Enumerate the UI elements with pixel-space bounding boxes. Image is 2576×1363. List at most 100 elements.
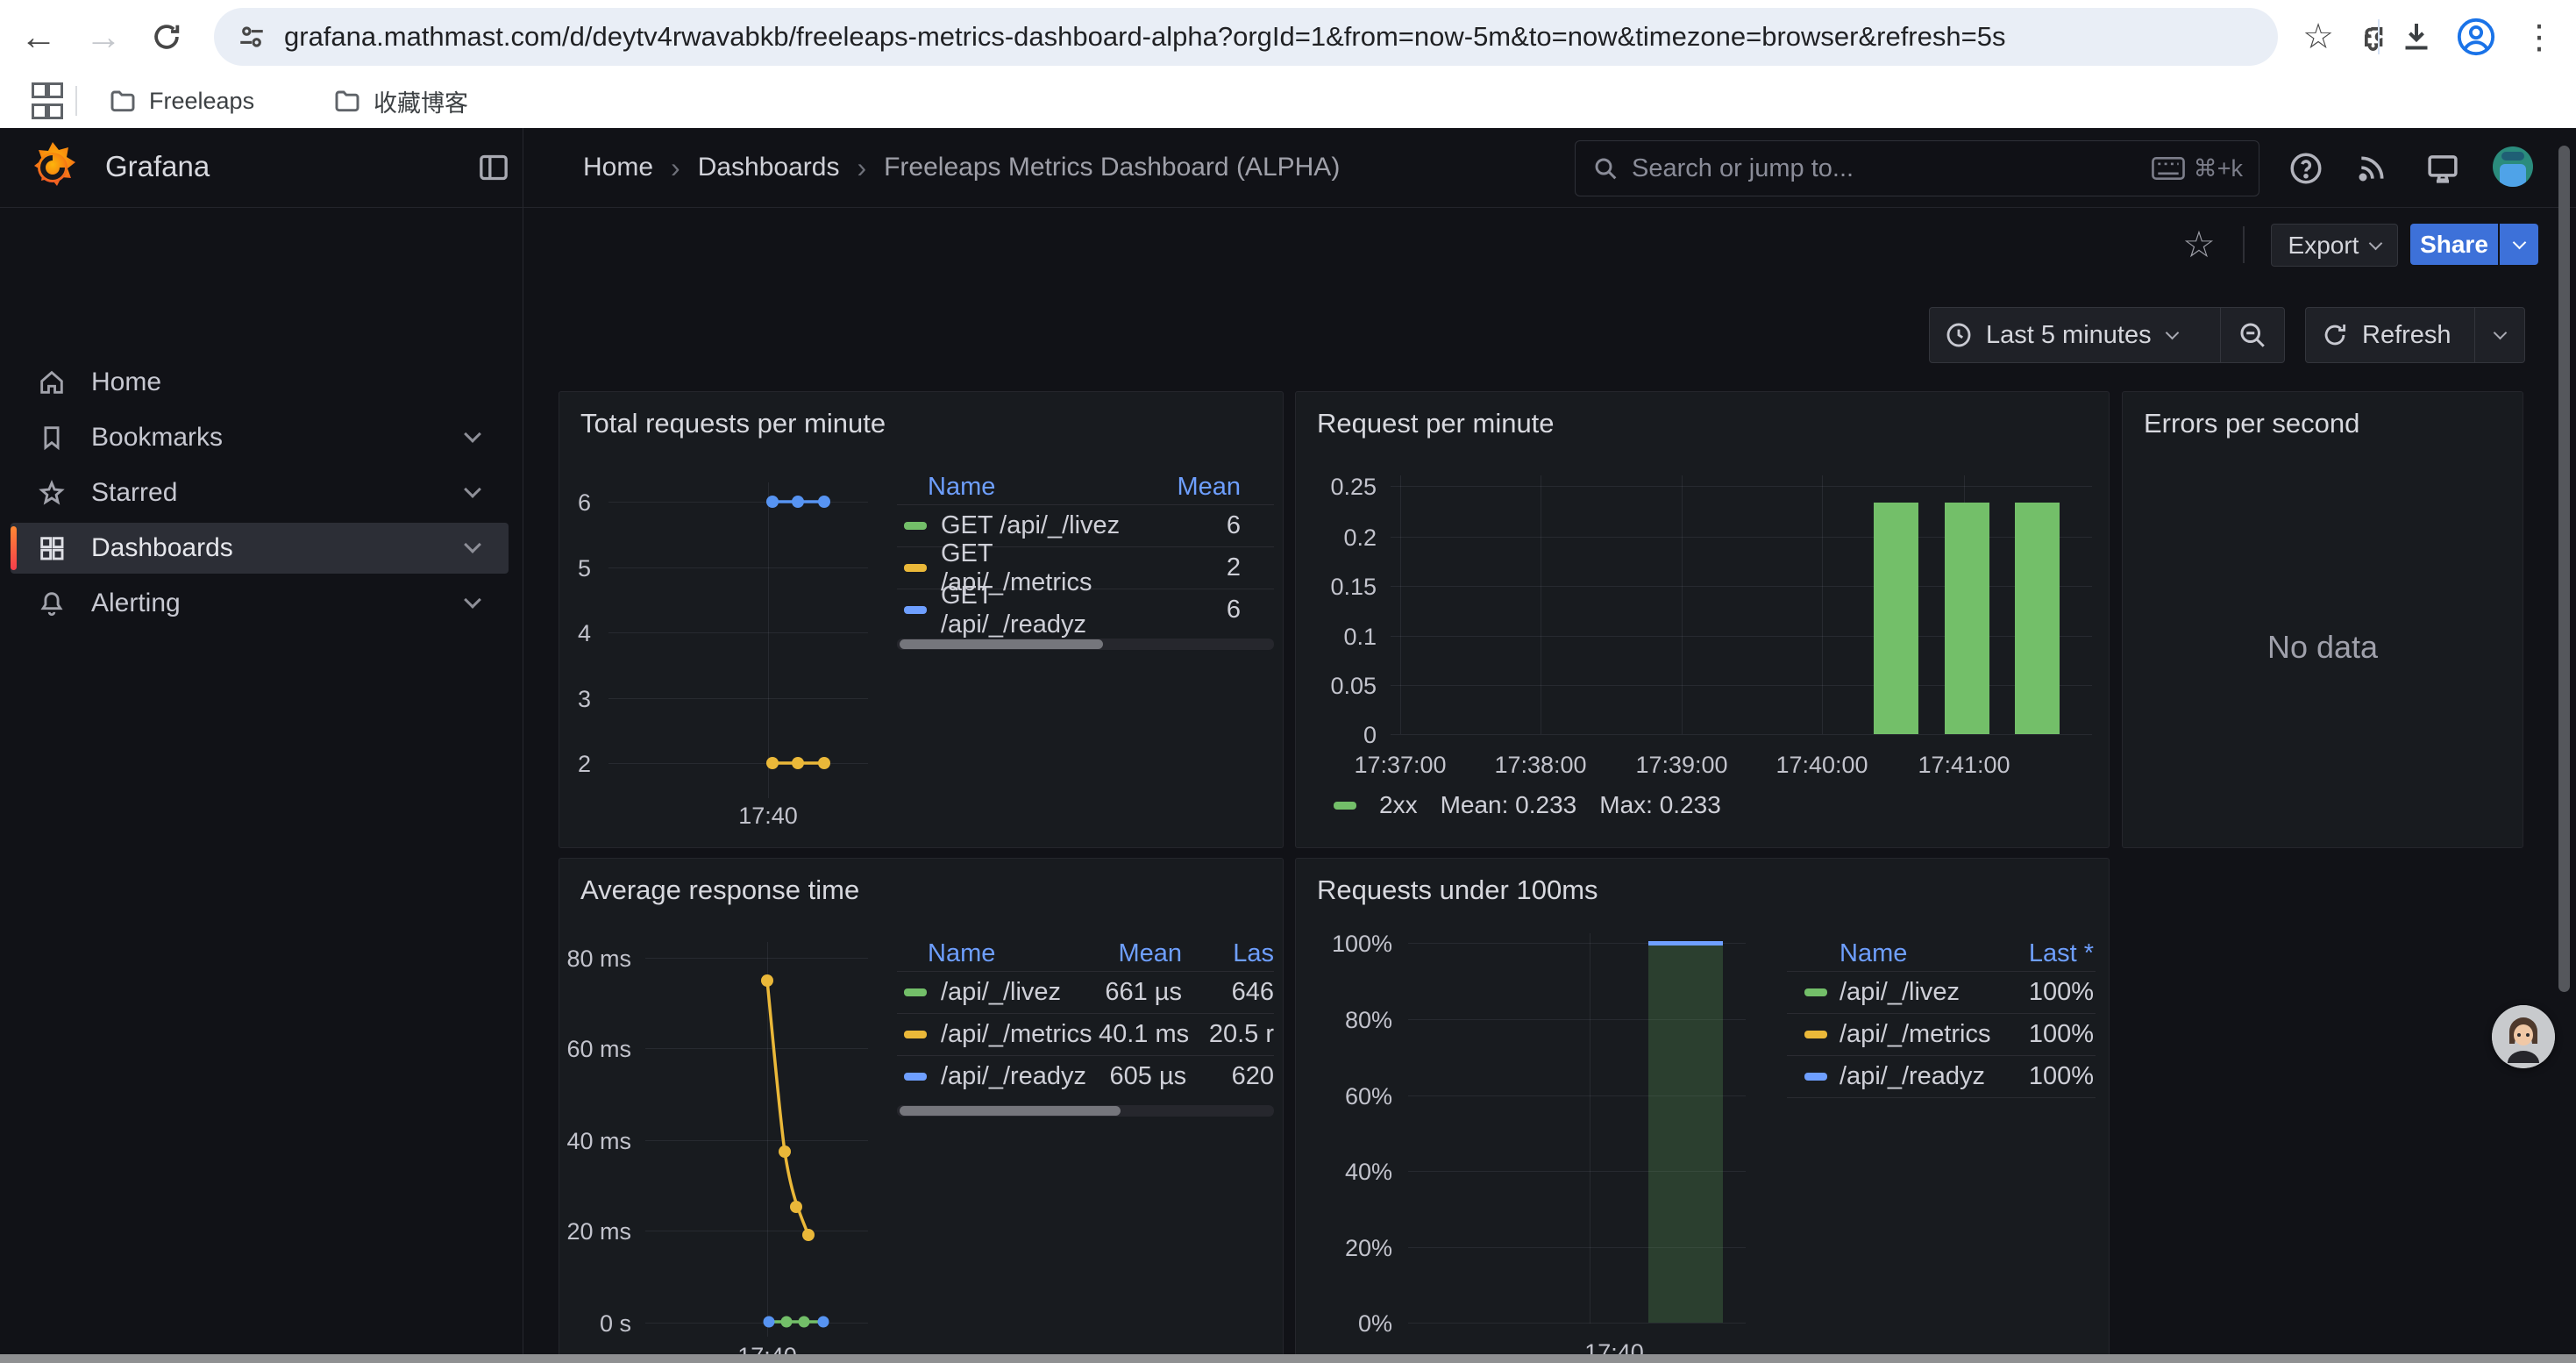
breadcrumb: Home › Dashboards › Freeleaps Metrics Da… <box>583 128 1340 207</box>
series-last: 100% <box>1985 1062 2096 1091</box>
series-name[interactable]: /api/_/metrics <box>1839 1020 1990 1049</box>
folder-icon <box>333 87 361 115</box>
y-tick: 0.25 <box>1296 474 1377 501</box>
gridline <box>1391 486 2092 487</box>
y-tick: 0.2 <box>1296 525 1377 552</box>
chevron-down-icon <box>2493 326 2507 340</box>
share-menu-button[interactable] <box>2500 224 2538 265</box>
sidebar-item-starred[interactable]: Starred <box>11 467 509 518</box>
back-icon[interactable]: ← <box>14 12 63 61</box>
sidebar-collapse-icon[interactable] <box>473 147 514 188</box>
sidebar-item-dashboards[interactable]: Dashboards <box>11 523 509 574</box>
series-name[interactable]: 2xx <box>1379 791 1418 819</box>
share-button[interactable]: Share <box>2410 224 2498 265</box>
browser-profile-icon[interactable] <box>2451 12 2501 61</box>
zoom-out-button[interactable] <box>2221 308 2284 362</box>
legend-row[interactable]: /api/_/metrics 40.1 ms 20.5 r <box>897 1013 1274 1055</box>
zoom-out-icon <box>2237 319 2268 351</box>
legend-row[interactable]: /api/_/metrics 100% <box>1787 1013 2096 1055</box>
legend-row[interactable]: /api/_/readyz 605 µs 620 <box>897 1055 1274 1097</box>
user-avatar[interactable] <box>2493 146 2533 187</box>
help-icon[interactable] <box>2285 147 2327 189</box>
monitor-icon[interactable] <box>2422 147 2464 189</box>
refresh-interval-button[interactable] <box>2475 308 2524 362</box>
bookmark-folder-freeleaps[interactable]: Freeleaps <box>98 81 265 121</box>
reload-icon[interactable] <box>142 12 191 61</box>
chevron-down-icon <box>2165 326 2179 340</box>
chevron-down-icon[interactable] <box>464 481 481 498</box>
url-bar[interactable]: grafana.mathmast.com/d/deytv4rwavabkb/fr… <box>214 8 2278 66</box>
legend-header-mean[interactable]: Mean <box>1077 939 1182 968</box>
series-mean: 40.1 ms <box>1092 1020 1189 1049</box>
search-input[interactable]: Search or jump to... ⌘+k <box>1575 140 2259 196</box>
bar-2xx[interactable] <box>1874 503 1918 734</box>
panel-errors-per-second[interactable]: Errors per second No data <box>2122 391 2523 848</box>
panel-request-per-minute[interactable]: Request per minute 0.25 0.2 0.15 0.1 0.0… <box>1295 391 2110 848</box>
sidebar-item-bookmarks[interactable]: Bookmarks <box>11 412 509 463</box>
legend-scrollbar[interactable] <box>897 639 1274 650</box>
legend-header-name[interactable]: Name <box>1787 939 1980 968</box>
legend-header-row: Name Mean Las <box>897 936 1274 971</box>
legend-row[interactable]: /api/_/livez 661 µs 646 <box>897 971 1274 1013</box>
scrollbar-thumb[interactable] <box>900 639 1103 649</box>
page-scrollbar-thumb[interactable] <box>2558 146 2570 992</box>
browser-menu-icon[interactable]: ⋮ <box>2515 12 2564 61</box>
legend-header-row: Name Last * <box>1787 936 2096 971</box>
breadcrumb-home[interactable]: Home <box>583 153 653 182</box>
chevron-down-icon[interactable] <box>464 536 481 553</box>
bookmark-star-icon[interactable]: ☆ <box>2294 12 2343 61</box>
series-name[interactable]: /api/_/readyz <box>1839 1062 1985 1091</box>
news-rss-icon[interactable] <box>2351 147 2393 189</box>
search-icon <box>1591 154 1619 182</box>
legend-scrollbar[interactable] <box>897 1105 1274 1117</box>
legend-row[interactable]: /api/_/readyz 100% <box>1787 1055 2096 1098</box>
series-name[interactable]: /api/_/metrics <box>941 1020 1092 1049</box>
series-name[interactable]: /api/_/livez <box>1839 978 1980 1007</box>
downloads-icon[interactable] <box>2392 12 2441 61</box>
series-name[interactable]: GET /api/_/livez <box>941 511 1135 540</box>
floating-avatar[interactable] <box>2492 1005 2555 1068</box>
panel-requests-under-100ms[interactable]: Requests under 100ms 100% 80% 60% 40% 20… <box>1295 858 2110 1363</box>
favorite-dashboard-star-icon[interactable]: ☆ <box>2180 225 2218 263</box>
search-placeholder: Search or jump to... <box>1632 154 2152 183</box>
x-tick: 17:39:00 <box>1620 752 1743 779</box>
bar-under-100ms[interactable] <box>1648 945 1723 1323</box>
bookmark-label: Freeleaps <box>149 88 254 115</box>
legend-header-name[interactable]: Name <box>897 473 1135 502</box>
time-range-button[interactable]: Last 5 minutes <box>1930 308 2220 362</box>
legend-header-mean[interactable]: Mean <box>1135 473 1274 502</box>
breadcrumb-dashboards[interactable]: Dashboards <box>698 153 840 182</box>
bar-2xx[interactable] <box>2015 503 2060 734</box>
panel-total-requests-per-minute[interactable]: Total requests per minute 6 5 4 3 2 17:4… <box>559 391 1284 848</box>
forward-icon[interactable]: → <box>79 12 128 61</box>
export-button[interactable]: Export <box>2271 224 2398 267</box>
apps-grid-icon[interactable] <box>21 81 68 121</box>
grafana-brand[interactable]: Grafana <box>25 139 210 195</box>
refresh-label: Refresh <box>2362 321 2451 350</box>
refresh-button[interactable]: Refresh <box>2306 308 2474 362</box>
sidebar-item-home[interactable]: Home <box>11 357 509 408</box>
bookmark-folder-blogs[interactable]: 收藏博客 <box>323 81 479 121</box>
series-name[interactable]: GET /api/_/readyz <box>941 582 1135 639</box>
sidebar-item-alerting[interactable]: Alerting <box>11 578 509 629</box>
legend-header-last[interactable]: Las <box>1182 939 1274 968</box>
legend-row[interactable]: GET /api/_/readyz 6 <box>897 589 1274 631</box>
series-dash-green <box>1804 988 1827 996</box>
share-label: Share <box>2420 231 2488 259</box>
sidebar-item-label: Alerting <box>91 589 466 618</box>
series-name[interactable]: /api/_/livez <box>941 978 1077 1007</box>
gridline <box>1408 1323 1746 1324</box>
bar-2xx[interactable] <box>1945 503 1989 734</box>
legend-row[interactable]: /api/_/livez 100% <box>1787 971 2096 1013</box>
panel-average-response-time[interactable]: Average response time 80 ms 60 ms 40 ms … <box>559 858 1284 1363</box>
site-settings-icon[interactable] <box>237 22 267 52</box>
chevron-down-icon[interactable] <box>464 425 481 443</box>
scrollbar-thumb[interactable] <box>900 1106 1121 1116</box>
legend-header-name[interactable]: Name <box>897 939 1077 968</box>
chevron-down-icon[interactable] <box>464 591 481 609</box>
url-text[interactable]: grafana.mathmast.com/d/deytv4rwavabkb/fr… <box>284 21 2005 53</box>
legend-table: Name Mean GET /api/_/livez 6 GET /api/_/… <box>897 469 1274 650</box>
series-name[interactable]: /api/_/readyz <box>941 1062 1086 1091</box>
y-tick: 0.15 <box>1296 574 1377 601</box>
legend-header-last[interactable]: Last * <box>1980 939 2096 968</box>
